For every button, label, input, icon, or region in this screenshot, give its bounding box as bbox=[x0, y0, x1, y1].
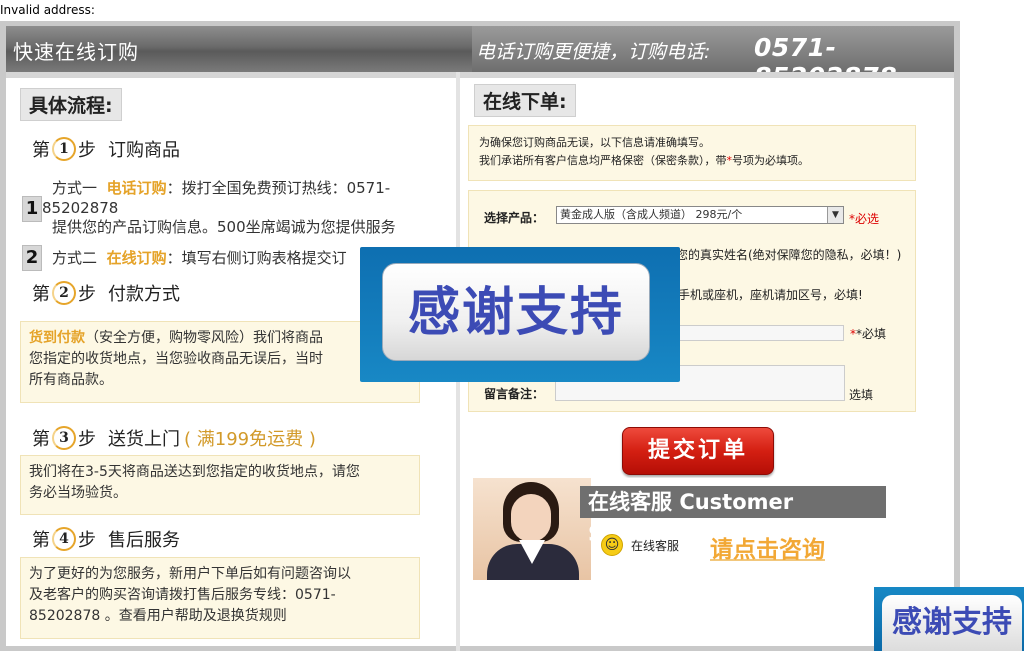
submit-order-button[interactable]: 提交订单 bbox=[622, 427, 774, 475]
method-1-badge: 1 bbox=[22, 196, 42, 222]
payment-note-line2: 您指定的收货地点，当您验收商品无误后，当时 bbox=[29, 351, 323, 367]
step-prefix: 第 bbox=[32, 140, 50, 161]
delivery-note: 我们将在3-5天将商品送达到您指定的收货地点，请您 务必当场验货。 bbox=[20, 455, 420, 515]
name-hint: 您的真实姓名(绝对保障您的隐私，必填！) bbox=[676, 248, 902, 262]
method-1-text: ：拨打全国免费预订热线：0571- bbox=[166, 179, 391, 197]
step-2: 第 2 步 付款方式 bbox=[32, 280, 180, 306]
aftersale-note-line3[interactable]: 85202878 。查看用户帮助及退换货规则 bbox=[29, 606, 411, 627]
step-number: 3 bbox=[52, 426, 76, 450]
method-2-text: ：填写右侧订购表格提交订 bbox=[166, 249, 347, 267]
message-label: 留言备注： bbox=[484, 387, 545, 401]
method-2-prefix: 方式二 bbox=[52, 249, 98, 267]
method-2-badge: 2 bbox=[22, 245, 42, 271]
thanks-corner-badge[interactable]: 感谢支持 bbox=[874, 587, 1024, 651]
consult-link[interactable]: 请点击咨询 bbox=[710, 530, 825, 564]
intro-text: 我们承诺所有客户信息均严格保密（保密条款），带 bbox=[479, 154, 727, 167]
method-1-line1: 方式一 电话订购：拨打全国免费预订热线：0571- bbox=[52, 178, 432, 198]
header-title: 快速在线订购 bbox=[13, 40, 139, 64]
online-order-title: 在线下单: bbox=[474, 84, 576, 117]
step-number: 2 bbox=[52, 281, 76, 305]
cs-online-label[interactable]: 在线客服 bbox=[631, 537, 679, 554]
payment-note-text: （安全方便，购物零风险）我们将商品 bbox=[85, 330, 323, 346]
phone-lead: 电话订购更便捷，订购电话: bbox=[476, 41, 711, 63]
step-number: 4 bbox=[52, 527, 76, 551]
form-intro-line2: 我们承诺所有客户信息均严格保密（保密条款），带*号项为必填项。 bbox=[479, 152, 905, 170]
aftersale-note: 为了更好的为您服务，新用户下单后如有问题咨询以 及老客户的购买咨询请拨打售后服务… bbox=[20, 557, 420, 639]
method-1-prefix: 方式一 bbox=[52, 179, 98, 197]
method-2-line: 方式二 在线订购：填写右侧订购表格提交订 bbox=[52, 248, 372, 268]
cs-title: 在线客服 Customer Service bbox=[580, 486, 886, 546]
product-required: *必选 bbox=[849, 210, 879, 227]
phone-hint: 手机或座机，座机请加区号，必填! bbox=[678, 288, 863, 302]
step-name: 付款方式 bbox=[108, 284, 180, 305]
phone-order-link[interactable]: 电话订购 bbox=[107, 179, 167, 197]
step-name: 售后服务 bbox=[108, 530, 180, 551]
step-prefix: 第 bbox=[32, 530, 50, 551]
address-input[interactable] bbox=[676, 325, 844, 341]
method-1-line2: 85202878 bbox=[42, 199, 119, 217]
product-select-value: 黄金成人版（含成人频道） 298元/个 bbox=[560, 208, 743, 221]
customer-service-banner[interactable]: 在线客服 Customer Service ☺ 在线客服 请点击咨询 bbox=[473, 478, 893, 582]
cod-highlight: 货到付款 bbox=[29, 330, 85, 346]
product-label: 选择产品： bbox=[484, 211, 545, 225]
step-prefix: 第 bbox=[32, 429, 50, 450]
smiley-icon: ☺ bbox=[601, 534, 623, 556]
status-text: Invalid address: bbox=[0, 3, 95, 17]
chevron-down-icon[interactable]: ▼ bbox=[827, 207, 843, 223]
step-4: 第 4 步 售后服务 bbox=[32, 526, 180, 552]
method-1-line3: 提供您的产品订购信息。500坐席竭诚为您提供服务 bbox=[52, 218, 396, 236]
step-suffix: 步 bbox=[78, 284, 96, 305]
step-name: 订购商品 bbox=[108, 140, 180, 161]
payment-note-line3: 所有商品款。 bbox=[29, 372, 113, 388]
payment-note-line1: 货到付款（安全方便，购物零风险）我们将商品 bbox=[29, 328, 411, 349]
step-3: 第 3 步 送货上门 ( 满199免运费 ) bbox=[32, 425, 316, 451]
step-suffix: 步 bbox=[78, 140, 96, 161]
product-select[interactable]: 黄金成人版（含成人频道） 298元/个 ▼ bbox=[556, 206, 844, 224]
service-agent-image bbox=[473, 478, 591, 580]
aftersale-note-line1: 为了更好的为您服务，新用户下单后如有问题咨询以 bbox=[29, 566, 351, 582]
thanks-card: 感谢支持 bbox=[382, 263, 650, 361]
form-intro: 为确保您订购商品无误，以下信息请准确填写。 我们承诺所有客户信息均严格保密（保密… bbox=[468, 125, 916, 181]
step-prefix: 第 bbox=[32, 284, 50, 305]
free-shipping-note: ( 满199免运费 ) bbox=[184, 429, 316, 450]
cs-title-cn: 在线客服 bbox=[588, 490, 672, 514]
step-number: 1 bbox=[52, 137, 76, 161]
aftersale-note-line2: 及老客户的购买咨询请拨打售后服务专线：0571- bbox=[29, 587, 336, 603]
step-suffix: 步 bbox=[78, 530, 96, 551]
thanks-corner-text: 感谢支持 bbox=[892, 605, 1012, 640]
delivery-note-line1: 我们将在3-5天将商品送达到您指定的收货地点，请您 bbox=[29, 464, 360, 480]
phone-banner: 电话订购更便捷，订购电话: 0571-85202878 bbox=[472, 26, 954, 91]
form-intro-line1: 为确保您订购商品无误，以下信息请准确填写。 bbox=[479, 136, 710, 149]
address-required: **必填 bbox=[850, 327, 887, 341]
online-order-link[interactable]: 在线订购 bbox=[107, 249, 167, 267]
delivery-note-line2: 务必当场验货。 bbox=[29, 485, 127, 501]
thanks-corner-card: 感谢支持 bbox=[882, 595, 1022, 651]
step-name: 送货上门 bbox=[108, 429, 180, 450]
address-req-text: *必填 bbox=[856, 327, 887, 341]
process-title: 具体流程: bbox=[20, 88, 122, 121]
step-suffix: 步 bbox=[78, 429, 96, 450]
thanks-popup[interactable]: 感谢支持 bbox=[360, 247, 680, 382]
phone-number: 0571-85202878 bbox=[754, 33, 897, 91]
header-bar: 快速在线订购 电话订购更便捷，订购电话: 0571-85202878 bbox=[6, 26, 954, 91]
thanks-text: 感谢支持 bbox=[407, 283, 624, 343]
intro-text-end: 号项为必填项。 bbox=[732, 154, 809, 167]
step-1: 第 1 步 订购商品 bbox=[32, 136, 180, 162]
product-req-text: *必选 bbox=[849, 212, 880, 226]
message-optional: 选填 bbox=[849, 388, 874, 402]
separator-band bbox=[6, 72, 954, 78]
